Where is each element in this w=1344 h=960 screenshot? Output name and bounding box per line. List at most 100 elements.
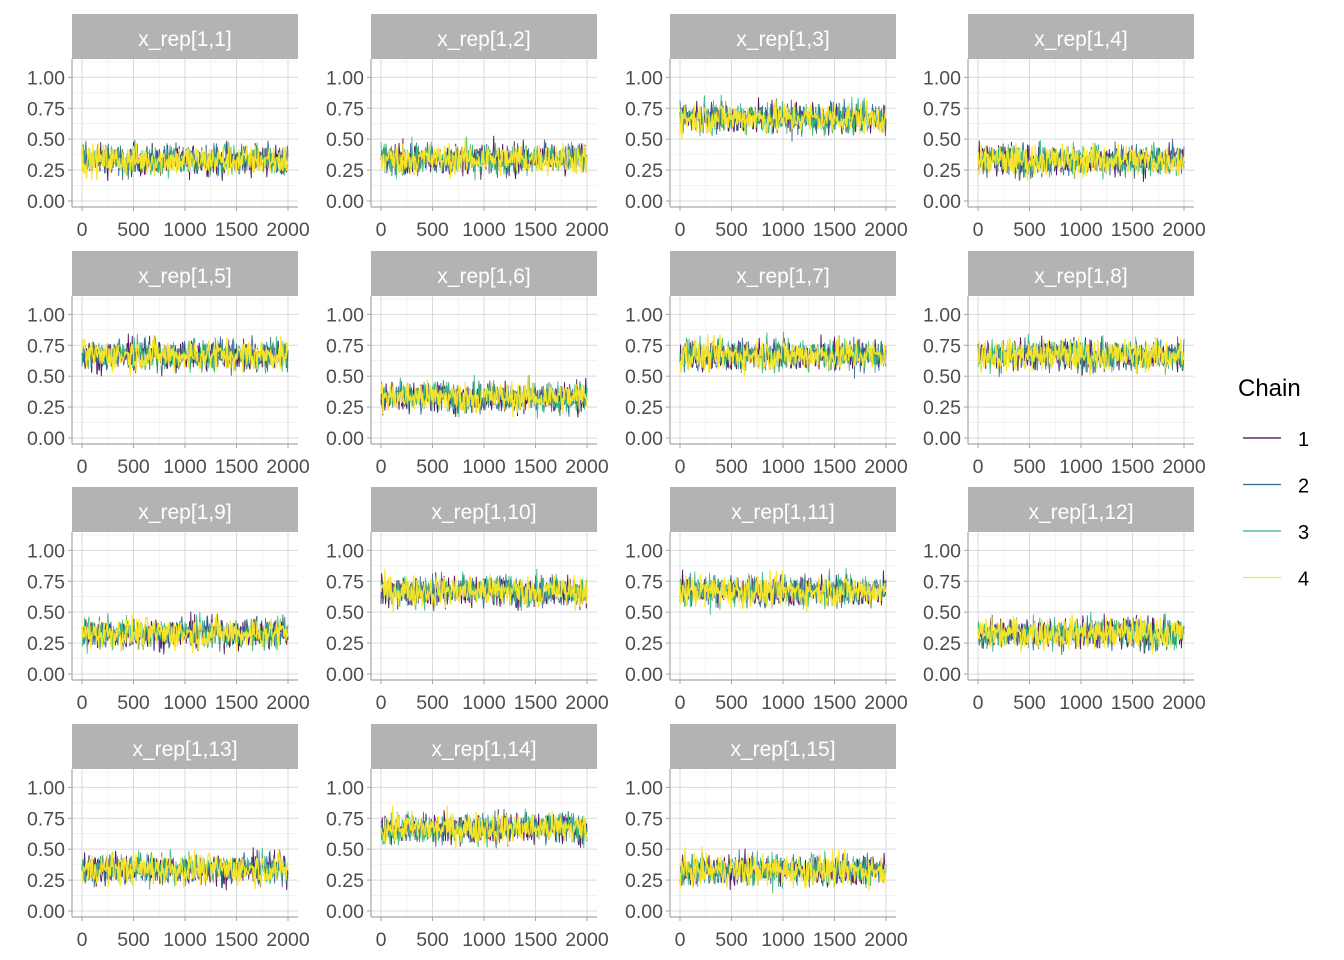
x-tick-label: 0 <box>376 692 387 714</box>
y-tick-label: 1.00 <box>27 540 65 562</box>
y-tick-label: 0.25 <box>27 160 65 182</box>
y-tick-label: 0.25 <box>326 870 364 892</box>
x-tick-label: 1500 <box>813 929 857 951</box>
y-tick-label: 1.00 <box>923 67 961 89</box>
y-tick-label: 0.25 <box>625 397 663 419</box>
x-tick-label: 1000 <box>462 929 506 951</box>
y-tick-label: 0.00 <box>326 428 364 450</box>
gridlines <box>968 532 1194 680</box>
y-tick-label: 0.75 <box>27 571 65 593</box>
y-tick-label: 0.00 <box>625 428 663 450</box>
x-tick-label: 1500 <box>514 692 558 714</box>
facet-panel: x_rep[1,5] 0.00 0.25 0.50 0.75 1.00 0 500 1000 15… <box>27 251 310 478</box>
y-tick-label: 1.00 <box>923 540 961 562</box>
y-tick-label: 0.75 <box>625 98 663 120</box>
y-tick-label: 1.00 <box>326 777 364 799</box>
x-tick-label: 1500 <box>215 219 259 241</box>
x-tick-label: 2000 <box>266 456 310 478</box>
x-tick-label: 500 <box>117 219 150 241</box>
x-tick-label: 500 <box>117 456 150 478</box>
y-tick-label: 0.00 <box>923 664 961 686</box>
facet-panel: x_rep[1,4] 0.00 0.25 0.50 0.75 1.00 0 500 1000 15… <box>923 14 1206 241</box>
x-tick-label: 1500 <box>514 219 558 241</box>
y-tick-label: 0.50 <box>625 839 663 861</box>
y-tick-label: 0.00 <box>326 191 364 213</box>
y-tick-label: 0.25 <box>625 870 663 892</box>
x-tick-label: 500 <box>416 456 449 478</box>
x-tick-label: 500 <box>1013 456 1046 478</box>
x-tick-label: 500 <box>715 929 748 951</box>
y-tick-label: 1.00 <box>27 67 65 89</box>
y-tick-label: 0.00 <box>326 901 364 923</box>
x-tick-label: 1000 <box>761 929 805 951</box>
x-tick-label: 0 <box>77 929 88 951</box>
facet-panels: x_rep[1,1] 0.00 0.25 0.50 0.75 1.00 0 500 1000 15… <box>27 14 1206 951</box>
x-tick-label: 1500 <box>215 692 259 714</box>
y-tick-label: 0.25 <box>326 633 364 655</box>
facet-panel: x_rep[1,9] 0.00 0.25 0.50 0.75 1.00 0 500 1000 15… <box>27 487 310 714</box>
y-tick-label: 0.25 <box>326 160 364 182</box>
x-tick-label: 500 <box>416 219 449 241</box>
x-tick-label: 500 <box>715 456 748 478</box>
y-tick-label: 0.00 <box>27 428 65 450</box>
x-tick-label: 0 <box>973 219 984 241</box>
y-tick-label: 1.00 <box>625 540 663 562</box>
y-tick-label: 0.25 <box>27 397 65 419</box>
y-tick-label: 0.50 <box>923 602 961 624</box>
x-tick-label: 2000 <box>266 692 310 714</box>
y-tick-label: 0.25 <box>27 870 65 892</box>
y-tick-label: 1.00 <box>326 540 364 562</box>
x-tick-label: 1000 <box>462 219 506 241</box>
facet-title: x_rep[1,5] <box>138 265 231 288</box>
y-tick-label: 0.75 <box>923 571 961 593</box>
x-tick-label: 0 <box>675 456 686 478</box>
x-tick-label: 0 <box>675 929 686 951</box>
x-tick-label: 2000 <box>864 692 908 714</box>
gridlines <box>371 59 597 207</box>
y-tick-label: 0.25 <box>625 160 663 182</box>
y-tick-label: 0.00 <box>923 191 961 213</box>
y-tick-label: 0.50 <box>923 366 961 388</box>
x-tick-label: 2000 <box>565 456 609 478</box>
x-tick-label: 2000 <box>864 456 908 478</box>
gridlines <box>670 59 896 207</box>
y-tick-label: 1.00 <box>326 304 364 326</box>
y-tick-label: 0.00 <box>625 191 663 213</box>
x-tick-label: 1000 <box>462 692 506 714</box>
x-tick-label: 1000 <box>462 456 506 478</box>
y-tick-label: 0.25 <box>923 397 961 419</box>
y-tick-label: 0.75 <box>326 98 364 120</box>
facet-panel: x_rep[1,1] 0.00 0.25 0.50 0.75 1.00 0 500 1000 15… <box>27 14 310 241</box>
gridlines <box>968 59 1194 207</box>
y-tick-label: 0.25 <box>625 633 663 655</box>
x-tick-label: 0 <box>675 219 686 241</box>
facet-title: x_rep[1,4] <box>1034 28 1127 51</box>
y-tick-label: 0.75 <box>326 808 364 830</box>
x-tick-label: 1500 <box>813 219 857 241</box>
x-tick-label: 0 <box>376 929 387 951</box>
gridlines <box>670 769 896 917</box>
y-tick-label: 0.50 <box>27 839 65 861</box>
x-tick-label: 2000 <box>565 929 609 951</box>
legend-label: 4 <box>1298 569 1309 591</box>
facet-panel: x_rep[1,13] 0.00 0.25 0.50 0.75 1.00 0 500 1000 1… <box>27 724 310 951</box>
facet-panel: x_rep[1,11] 0.00 0.25 0.50 0.75 1.00 0 500 1000 1… <box>625 487 908 714</box>
x-tick-label: 1000 <box>163 692 207 714</box>
y-tick-label: 0.50 <box>625 366 663 388</box>
facet-title: x_rep[1,10] <box>431 501 536 524</box>
y-tick-label: 1.00 <box>326 67 364 89</box>
facet-title: x_rep[1,6] <box>437 265 530 288</box>
gridlines <box>72 296 298 444</box>
y-tick-label: 0.25 <box>923 633 961 655</box>
facet-panel: x_rep[1,6] 0.00 0.25 0.50 0.75 1.00 0 500 1000 15… <box>326 251 609 478</box>
y-tick-label: 0.75 <box>27 98 65 120</box>
y-tick-label: 0.50 <box>326 839 364 861</box>
facet-panel: x_rep[1,15] 0.00 0.25 0.50 0.75 1.00 0 500 1000 1… <box>625 724 908 951</box>
x-tick-label: 1500 <box>813 456 857 478</box>
y-tick-label: 1.00 <box>625 777 663 799</box>
trace-plot-figure: x_rep[1,1]0.000.250.500.751.000 500 1000 15… <box>27 14 1309 951</box>
x-tick-label: 2000 <box>864 219 908 241</box>
x-tick-label: 500 <box>416 692 449 714</box>
x-tick-label: 1000 <box>761 219 805 241</box>
x-tick-label: 0 <box>973 692 984 714</box>
